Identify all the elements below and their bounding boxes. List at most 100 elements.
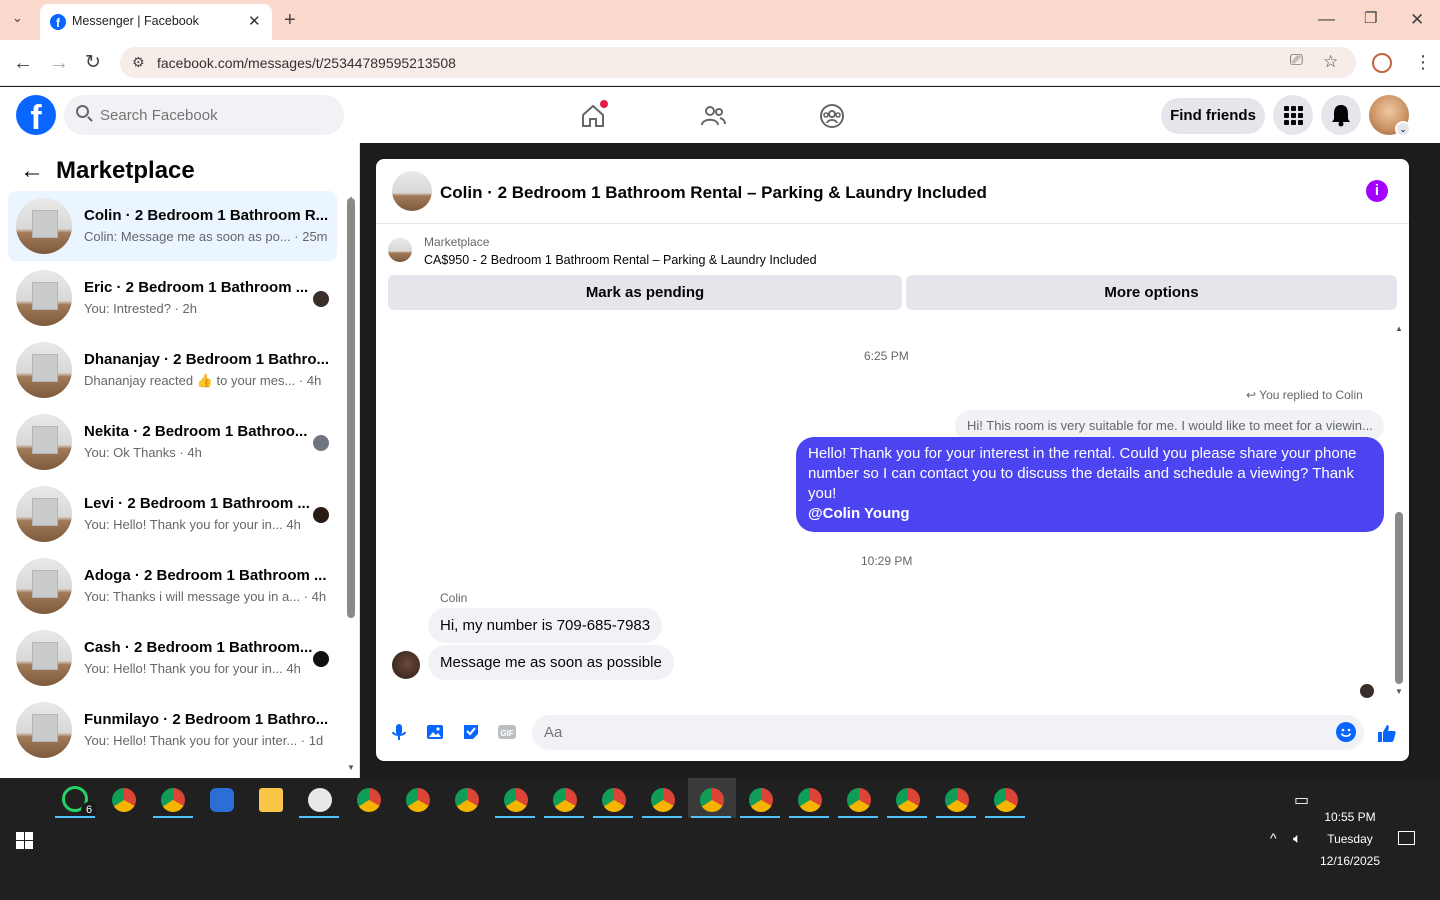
whatsapp-icon[interactable]: 6 <box>62 786 97 818</box>
notifications-button[interactable] <box>1321 95 1361 135</box>
listing-card-thumbnail[interactable] <box>388 238 412 262</box>
site-info-icon[interactable]: ⚙ <box>132 54 145 71</box>
chrome-profile-icon[interactable] <box>798 788 822 812</box>
listing-thumbnail <box>16 558 72 614</box>
chrome-profile-icon[interactable] <box>749 788 773 812</box>
microphone-icon[interactable] <box>389 722 409 742</box>
reply-arrow-icon: ↩ <box>1246 388 1260 402</box>
message-composer[interactable] <box>532 715 1364 750</box>
chat-listing-thumbnail[interactable] <box>392 171 432 211</box>
sticker-icon[interactable] <box>461 722 481 742</box>
conversation-item[interactable]: Levi · 2 Bedroom 1 Bathroom ... You: Hel… <box>8 479 337 549</box>
notifications-center-icon[interactable] <box>1398 831 1415 845</box>
sidebar-scrollbar[interactable] <box>347 198 355 618</box>
profile-icon[interactable] <box>1372 53 1392 73</box>
received-message-bubble[interactable]: Hi, my number is 709-685-7983 <box>428 608 663 643</box>
facebook-logo-icon[interactable]: f <box>16 95 56 135</box>
menu-dots-icon[interactable]: ⋮ <box>1414 53 1432 71</box>
conversation-item[interactable]: Adoga · 2 Bedroom 1 Bathroom ... You: Th… <box>8 551 337 621</box>
bookmark-star-icon[interactable]: ☆ <box>1323 52 1338 72</box>
chrome-profile-icon[interactable] <box>504 788 528 812</box>
listing-description[interactable]: CA$950 - 2 Bedroom 1 Bathroom Rental – P… <box>424 253 817 267</box>
chat-title[interactable]: Colin · 2 Bedroom 1 Bathroom Rental – Pa… <box>440 183 987 203</box>
groups-nav-icon[interactable] <box>819 103 845 129</box>
conversation-name: Cash · 2 Bedroom 1 Bathroom... <box>84 639 313 656</box>
paint-app-icon[interactable] <box>308 788 332 812</box>
conversation-item[interactable]: Nekita · 2 Bedroom 1 Bathroo... You: Ok … <box>8 407 337 477</box>
menu-grid-button[interactable] <box>1273 95 1313 135</box>
show-hidden-icons-icon[interactable]: ^ <box>1270 830 1277 846</box>
conversation-item[interactable]: Cash · 2 Bedroom 1 Bathroom... You: Hell… <box>8 623 337 693</box>
clock-day[interactable]: Tuesday <box>1310 832 1390 846</box>
chrome-profile-icon[interactable] <box>406 788 430 812</box>
sent-message-bubble[interactable]: Hello! Thank you for your interest in th… <box>796 437 1384 532</box>
more-options-button[interactable]: More options <box>906 275 1397 310</box>
conversation-name: Dhananjay · 2 Bedroom 1 Bathro... <box>84 351 330 368</box>
chat-panel: Colin · 2 Bedroom 1 Bathroom Rental – Pa… <box>376 159 1409 761</box>
close-window-icon[interactable]: ✕ <box>1410 11 1424 28</box>
scroll-down-icon[interactable]: ▼ <box>347 763 355 772</box>
conversation-item[interactable]: Funmilayo · 2 Bedroom 1 Bathro... You: H… <box>8 695 337 765</box>
conversation-item[interactable]: Dhananjay · 2 Bedroom 1 Bathro... Dhanan… <box>8 335 337 405</box>
restore-icon[interactable]: ❐ <box>1364 11 1377 26</box>
chat-scroll-up-icon[interactable]: ▲ <box>1395 324 1403 333</box>
profile-avatar[interactable]: ⌄ <box>1369 95 1411 137</box>
account-chevron-icon[interactable]: ⌄ <box>1395 121 1411 137</box>
forward-icon[interactable]: → <box>49 53 69 73</box>
file-explorer-icon[interactable] <box>259 788 283 812</box>
emoji-icon[interactable] <box>1336 722 1356 742</box>
chrome-profile-icon[interactable] <box>357 788 381 812</box>
conversation-item[interactable]: Colin · 2 Bedroom 1 Bathroom R... Colin:… <box>8 191 337 261</box>
info-icon[interactable]: i <box>1366 180 1388 202</box>
omnibox[interactable]: ⚙ facebook.com/messages/t/25344789595213… <box>120 47 1356 78</box>
taskbar-active-indicator <box>691 816 731 818</box>
photo-icon[interactable] <box>425 722 445 742</box>
svg-text:GIF: GIF <box>500 729 513 738</box>
reload-icon[interactable]: ↻ <box>85 53 101 72</box>
chrome-profile-icon[interactable] <box>455 788 479 812</box>
browser-tab[interactable]: f Messenger | Facebook ✕ <box>40 4 272 40</box>
chrome-profile-icon[interactable] <box>994 788 1018 812</box>
like-thumbs-up-icon[interactable] <box>1376 722 1396 742</box>
home-nav-icon[interactable] <box>580 100 608 129</box>
conversation-name: Colin · 2 Bedroom 1 Bathroom R... <box>84 207 329 224</box>
volume-icon[interactable]: 🔈︎ <box>1293 830 1301 847</box>
tab-search-icon[interactable]: ⌄ <box>12 11 23 24</box>
minimize-icon[interactable]: — <box>1318 10 1335 27</box>
desktop-icon[interactable]: ▭ <box>1294 790 1309 810</box>
clock-time[interactable]: 10:55 PM <box>1310 810 1390 824</box>
chrome-icon[interactable] <box>112 788 136 812</box>
chrome-profile-icon[interactable] <box>553 788 577 812</box>
chrome-profile-icon[interactable] <box>945 788 969 812</box>
conversation-item[interactable]: Eric · 2 Bedroom 1 Bathroom ... You: Int… <box>8 263 337 333</box>
chrome-profile-icon[interactable] <box>651 788 675 812</box>
chrome-profile-icon[interactable] <box>896 788 920 812</box>
find-friends-button[interactable]: Find friends <box>1161 98 1265 134</box>
listing-label: Marketplace <box>424 235 490 249</box>
clock-date[interactable]: 12/16/2025 <box>1310 854 1390 868</box>
back-icon[interactable]: ← <box>13 53 33 73</box>
chrome-profile-icon[interactable] <box>847 788 871 812</box>
tab-close-icon[interactable]: ✕ <box>248 12 261 30</box>
gif-icon[interactable]: GIF <box>497 722 517 742</box>
rocket-app-icon[interactable] <box>210 788 234 812</box>
friends-nav-icon[interactable] <box>700 103 726 129</box>
new-tab-icon[interactable]: + <box>284 10 296 30</box>
back-arrow-icon[interactable]: ← <box>20 157 44 185</box>
tab-title: Messenger | Facebook <box>72 14 199 28</box>
install-app-icon[interactable]: ⎚ <box>1290 52 1303 70</box>
chrome-profile-active-icon[interactable] <box>700 788 724 812</box>
taskbar-active-indicator <box>985 816 1025 818</box>
sender-avatar[interactable] <box>392 651 420 679</box>
received-message-bubble[interactable]: Message me as soon as possible <box>428 645 674 680</box>
url-text[interactable]: facebook.com/messages/t/2534478959521350… <box>157 55 456 71</box>
mark-as-pending-button[interactable]: Mark as pending <box>388 275 902 310</box>
mention-link[interactable]: @Colin Young <box>808 504 1372 524</box>
chrome-profile-icon[interactable] <box>602 788 626 812</box>
chrome-profile-h-icon[interactable] <box>161 788 185 812</box>
search-input[interactable] <box>100 95 330 135</box>
chat-scroll-down-icon[interactable]: ▼ <box>1395 687 1403 696</box>
message-input[interactable] <box>544 715 1304 750</box>
chat-scrollbar[interactable] <box>1395 512 1403 684</box>
search-box[interactable] <box>64 95 344 135</box>
